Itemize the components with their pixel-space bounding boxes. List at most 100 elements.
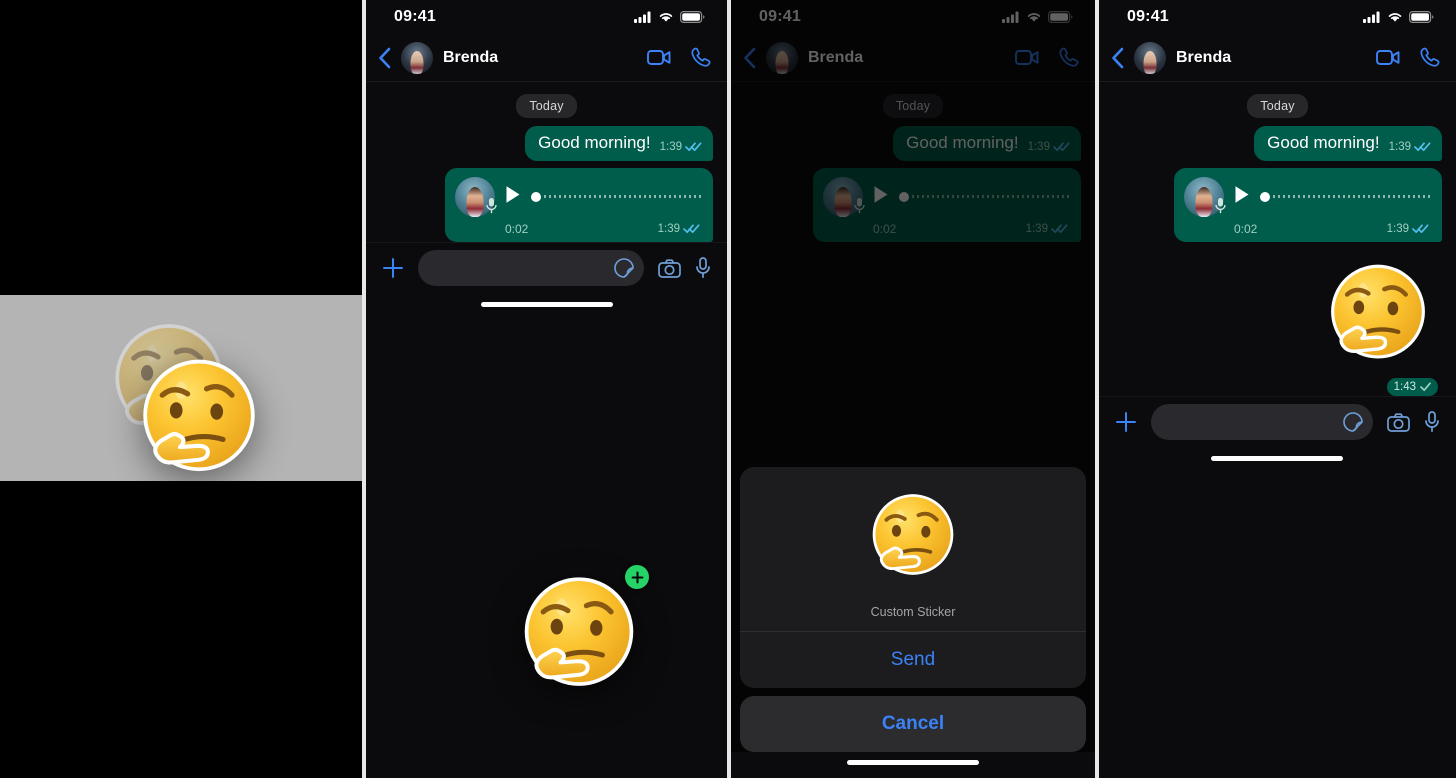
- back-chevron-icon[interactable]: [378, 47, 391, 69]
- sticker-caption: Custom Sticker: [870, 605, 956, 619]
- video-call-icon[interactable]: [647, 49, 671, 66]
- message-time: 1:39: [659, 140, 682, 153]
- outgoing-text-bubble[interactable]: Good morning! 1:39: [525, 126, 713, 161]
- thinking-face-emoji[interactable]: [123, 347, 275, 499]
- back-chevron-icon[interactable]: [1111, 47, 1124, 69]
- sent-receipt-icon: [1420, 382, 1431, 392]
- status-icons: [1363, 11, 1434, 23]
- voice-sender-avatar: [455, 176, 498, 219]
- read-receipt-icon: [1412, 224, 1429, 234]
- home-indicator-area: [731, 752, 1095, 778]
- play-button-icon[interactable]: [505, 185, 521, 209]
- message-time: 1:39: [1388, 140, 1411, 153]
- header-actions: [647, 47, 711, 68]
- add-plus-icon[interactable]: [625, 565, 649, 589]
- home-indicator[interactable]: [1211, 455, 1344, 461]
- cancel-button[interactable]: Cancel: [740, 696, 1086, 752]
- outgoing-voice-bubble[interactable]: 0:02 1:39: [445, 167, 713, 242]
- sticker-icon[interactable]: [1343, 412, 1363, 432]
- voice-scrubber-handle[interactable]: [531, 191, 541, 202]
- sticker-time: 1:43: [1393, 380, 1416, 393]
- voice-waveform[interactable]: [1260, 191, 1431, 202]
- multi-panel-screenshot: 09:41 Brenda Today Good morning! 1:39 0:…: [0, 0, 1456, 778]
- voice-progress-track[interactable]: [544, 195, 702, 199]
- voice-scrubber-handle[interactable]: [1260, 191, 1270, 202]
- panel-chat-action-sheet: 09:41: [731, 0, 1095, 778]
- voice-footer: 0:02 1:39: [1184, 217, 1431, 236]
- action-sheet: Custom Sticker Send Cancel: [731, 467, 1095, 752]
- status-bar: 09:41: [366, 0, 727, 34]
- voice-duration: 0:02: [1234, 221, 1258, 236]
- home-indicator-area: [366, 293, 727, 320]
- voice-meta: 1:39: [658, 223, 700, 235]
- battery-icon: [1409, 11, 1434, 23]
- status-time: 09:41: [394, 8, 436, 25]
- voice-player: [1184, 176, 1431, 219]
- day-divider-label: Today: [516, 94, 577, 118]
- microphone-icon[interactable]: [1424, 411, 1440, 433]
- plus-icon[interactable]: [1115, 411, 1137, 433]
- plus-icon[interactable]: [382, 257, 404, 279]
- panel-chat-sticker-sent: 09:41 Brenda Today Good morning! 1:39 0:…: [1098, 0, 1456, 778]
- lift-layer: [0, 0, 362, 778]
- home-indicator[interactable]: [480, 301, 613, 307]
- contact-name[interactable]: Brenda: [1176, 49, 1366, 67]
- video-call-icon[interactable]: [1376, 49, 1400, 66]
- voice-call-icon[interactable]: [1420, 47, 1440, 68]
- message-meta: 1:39: [1389, 141, 1431, 153]
- sticker-preview: Custom Sticker: [740, 467, 1086, 632]
- message-row-voice: 0:02 1:39: [1099, 161, 1456, 242]
- microphone-badge-icon: [485, 197, 498, 219]
- sent-thinking-face-emoji[interactable]: [1314, 254, 1442, 382]
- battery-icon: [680, 11, 705, 23]
- status-icons: [634, 11, 705, 23]
- voice-progress-track[interactable]: [1273, 195, 1431, 199]
- cellular-bars-icon: [1363, 11, 1380, 23]
- chat-body: Today Good morning! 1:39: [1098, 82, 1456, 396]
- read-receipt-icon: [683, 224, 700, 234]
- day-divider-label: Today: [1247, 94, 1308, 118]
- sticker-icon[interactable]: [614, 258, 634, 278]
- read-receipt-icon: [1414, 142, 1431, 152]
- camera-icon[interactable]: [1387, 413, 1410, 432]
- message-row-sticker: 1:43: [1099, 242, 1456, 396]
- home-indicator[interactable]: [846, 760, 979, 765]
- status-bar: 09:41: [1099, 0, 1456, 34]
- panel-sticker-lift-preview: [0, 0, 362, 778]
- microphone-badge-icon: [1214, 197, 1227, 219]
- chat-body: Today Good morning! 1:39: [366, 82, 727, 242]
- message-input-field[interactable]: [1150, 404, 1373, 441]
- send-button[interactable]: Send: [740, 632, 1086, 688]
- day-divider: Today: [1099, 82, 1456, 118]
- voice-footer: 0:02 1:39: [455, 217, 702, 236]
- message-meta: 1:39: [660, 141, 702, 153]
- avatar[interactable]: [401, 41, 433, 74]
- wifi-icon: [659, 13, 673, 22]
- action-sheet-card: Custom Sticker Send: [740, 467, 1086, 688]
- contact-name[interactable]: Brenda: [443, 49, 637, 67]
- home-indicator-area: [1098, 447, 1456, 474]
- voice-meta: 1:39: [1387, 223, 1429, 235]
- message-input-bar: [1098, 395, 1456, 448]
- panel-chat-drag: 09:41 Brenda Today Good morning! 1:39 0:…: [366, 0, 727, 778]
- voice-time: 1:39: [657, 222, 680, 235]
- wifi-icon: [1388, 13, 1402, 22]
- voice-player: [455, 176, 702, 219]
- camera-icon[interactable]: [658, 259, 681, 278]
- thinking-face-emoji: [858, 485, 968, 595]
- outgoing-text-bubble[interactable]: Good morning! 1:39: [1254, 126, 1442, 161]
- voice-call-icon[interactable]: [691, 47, 711, 68]
- voice-waveform[interactable]: [531, 191, 702, 202]
- message-row-text: Good morning! 1:39: [366, 118, 727, 161]
- voice-sender-avatar: [1184, 176, 1227, 219]
- read-receipt-icon: [685, 142, 702, 152]
- outgoing-voice-bubble[interactable]: 0:02 1:39: [1174, 167, 1442, 242]
- voice-time: 1:39: [1386, 222, 1409, 235]
- avatar[interactable]: [1133, 41, 1166, 74]
- microphone-icon[interactable]: [695, 257, 711, 279]
- chat-header: Brenda: [1098, 34, 1456, 82]
- play-button-icon[interactable]: [1234, 185, 1250, 209]
- message-input-field[interactable]: [418, 250, 644, 287]
- message-row-text: Good morning! 1:39: [1099, 118, 1456, 161]
- header-actions: [1376, 47, 1440, 68]
